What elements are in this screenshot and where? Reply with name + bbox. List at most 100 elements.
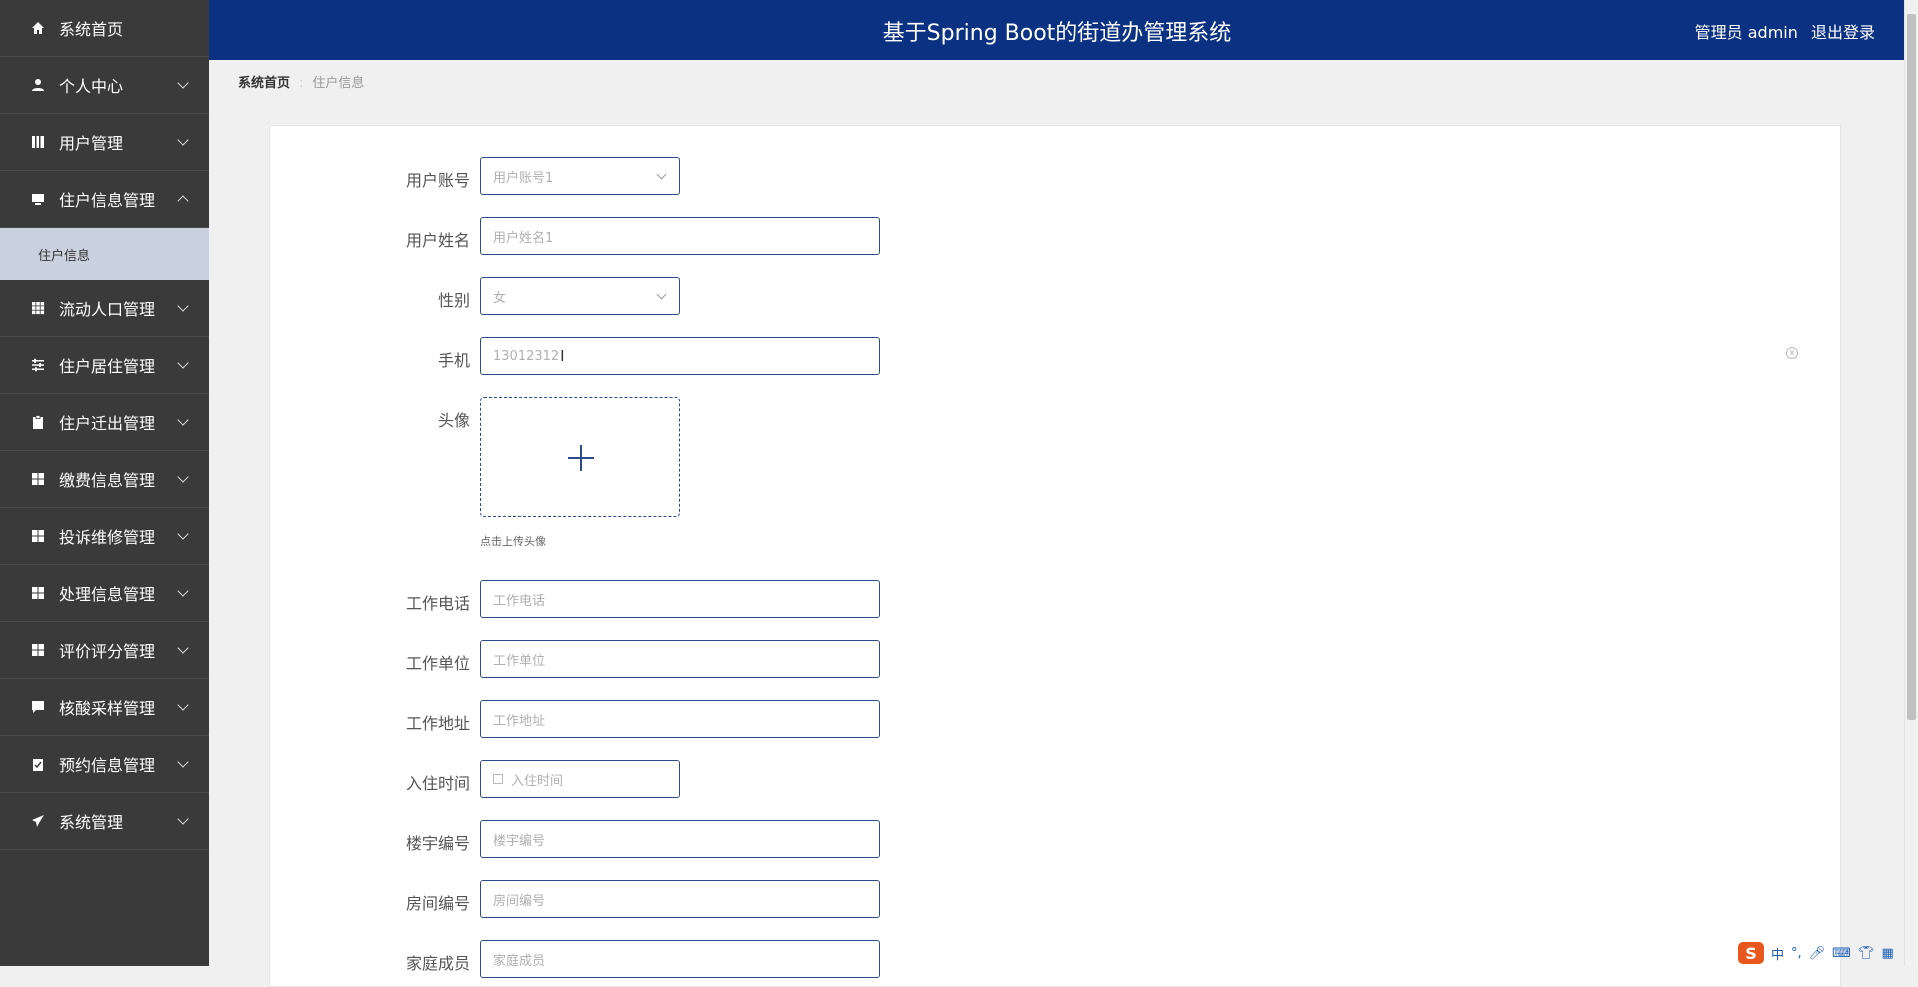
chevron-down-icon xyxy=(177,471,189,483)
work-address-placeholder: 工作地址 xyxy=(493,713,546,729)
sidebar-item-user-management[interactable]: 用户管理 xyxy=(0,114,209,171)
family-input[interactable]: 家庭成员 xyxy=(480,940,880,978)
sidebar-item-label: 缴费信息管理 xyxy=(59,471,156,490)
name-input-value: 用户姓名1 xyxy=(493,230,554,246)
sidebar-item-residence[interactable]: 住户居住管理 xyxy=(0,337,209,394)
account-label: 用户账号 xyxy=(405,171,470,190)
work-address-input[interactable]: 工作地址 xyxy=(480,700,880,738)
chevron-up-icon xyxy=(177,195,189,207)
plus-icon-vertical xyxy=(580,445,582,471)
text-cursor-icon: I xyxy=(560,347,565,365)
sidebar-item-label: 住户信息管理 xyxy=(59,191,156,210)
home-icon xyxy=(30,20,46,36)
chevron-down-icon xyxy=(177,699,189,711)
submenu-item-label: 住户信息 xyxy=(38,248,91,264)
sidebar-item-resident-info[interactable]: 住户信息管理 xyxy=(0,171,209,228)
work-unit-input[interactable]: 工作单位 xyxy=(480,640,880,678)
submenu-item-resident[interactable]: 住户信息 xyxy=(0,228,209,280)
apps-icon xyxy=(30,642,46,658)
sidebar-item-label: 核酸采样管理 xyxy=(59,699,156,718)
checkin-time-label: 入住时间 xyxy=(405,774,470,793)
sidebar-item-label: 投诉维修管理 xyxy=(59,528,156,547)
work-phone-input[interactable]: 工作电话 xyxy=(480,580,880,618)
name-label: 用户姓名 xyxy=(405,231,470,250)
ime-punct[interactable]: °, xyxy=(1791,946,1802,961)
work-unit-label: 工作单位 xyxy=(405,654,470,673)
page-scrollbar[interactable] xyxy=(1904,0,1918,966)
chevron-down-icon xyxy=(656,289,667,300)
checkin-time-placeholder: 入住时间 xyxy=(511,773,564,789)
family-label: 家庭成员 xyxy=(405,954,470,973)
gender-select[interactable]: 女 xyxy=(480,277,680,315)
ime-mode[interactable]: 中 xyxy=(1771,944,1784,963)
scrollbar-thumb[interactable] xyxy=(1907,14,1916,720)
breadcrumb-separator: : xyxy=(299,76,304,91)
sidebar-item-label: 个人中心 xyxy=(59,77,124,96)
calendar-icon xyxy=(493,774,503,784)
work-unit-placeholder: 工作单位 xyxy=(493,653,546,669)
chevron-down-icon xyxy=(177,585,189,597)
breadcrumb-home[interactable]: 系统首页 xyxy=(238,76,290,91)
sidebar-item-nucleic-test[interactable]: 核酸采样管理 xyxy=(0,679,209,736)
account-select[interactable]: 用户账号1 xyxy=(480,157,680,195)
sidebar-item-label: 预约信息管理 xyxy=(59,756,156,775)
monitor-icon xyxy=(30,191,46,207)
form-card: 用户账号 用户账号1 用户姓名 用户姓名1 性别 女 手机 13012312 I… xyxy=(269,125,1841,987)
room-no-placeholder: 房间编号 xyxy=(493,893,546,909)
chevron-down-icon xyxy=(177,357,189,369)
clipboard-icon xyxy=(30,414,46,430)
phone-label: 手机 xyxy=(437,351,470,370)
keyboard-icon[interactable]: ⌨ xyxy=(1832,946,1851,961)
microphone-icon[interactable]: 🎤︎ xyxy=(1809,946,1826,961)
avatar-label: 头像 xyxy=(437,411,470,430)
send-icon xyxy=(30,813,46,829)
sidebar-item-payment[interactable]: 缴费信息管理 xyxy=(0,451,209,508)
breadcrumb-current: 住户信息 xyxy=(312,76,365,91)
sliders-icon xyxy=(30,357,46,373)
sidebar-item-label: 流动人口管理 xyxy=(59,300,156,319)
chevron-down-icon xyxy=(177,528,189,540)
sidebar-item-label: 系统管理 xyxy=(59,813,124,832)
chevron-down-icon xyxy=(177,642,189,654)
grid-menu-icon[interactable]: ▦ xyxy=(1881,946,1893,961)
name-input[interactable]: 用户姓名1 xyxy=(480,217,880,255)
sidebar-item-move-out[interactable]: 住户迁出管理 xyxy=(0,394,209,451)
checkin-time-picker[interactable]: 入住时间 xyxy=(480,760,680,798)
building-no-input[interactable]: 楼宇编号 xyxy=(480,820,880,858)
work-phone-label: 工作电话 xyxy=(405,594,470,613)
sidebar-item-personal-center[interactable]: 个人中心 xyxy=(0,57,209,114)
sidebar-item-label: 住户居住管理 xyxy=(59,357,156,376)
work-address-label: 工作地址 xyxy=(405,714,470,733)
chevron-down-icon xyxy=(177,300,189,312)
grid-icon xyxy=(30,300,46,316)
logout-link[interactable]: 退出登录 xyxy=(1811,23,1875,42)
chevron-down-icon xyxy=(177,813,189,825)
avatar-upload[interactable] xyxy=(480,397,680,517)
user-info: 管理员 admin 退出登录 xyxy=(1687,19,1875,43)
apps-icon xyxy=(30,528,46,544)
top-header: 基于Spring Boot的街道办管理系统 管理员 admin 退出登录 xyxy=(209,0,1905,60)
sidebar-item-system[interactable]: 系统管理 xyxy=(0,793,209,850)
room-no-input[interactable]: 房间编号 xyxy=(480,880,880,918)
sidebar-item-label: 处理信息管理 xyxy=(59,585,156,604)
sidebar-item-home[interactable]: 系统首页 xyxy=(0,0,209,57)
close-circle-icon[interactable]: × xyxy=(1786,347,1798,359)
sidebar-item-complaint[interactable]: 投诉维修管理 xyxy=(0,508,209,565)
gender-select-value: 女 xyxy=(493,290,507,306)
checklist-icon xyxy=(30,756,46,772)
app-title: 基于Spring Boot的街道办管理系统 xyxy=(882,21,1232,46)
user-label: 管理员 admin xyxy=(1694,23,1798,42)
chevron-down-icon xyxy=(656,169,667,180)
sidebar-item-rating[interactable]: 评价评分管理 xyxy=(0,622,209,679)
sidebar-item-processing[interactable]: 处理信息管理 xyxy=(0,565,209,622)
sogou-logo-icon[interactable]: S xyxy=(1738,942,1764,964)
phone-input[interactable]: 13012312 I xyxy=(480,337,880,375)
phone-input-value: 13012312 xyxy=(493,348,560,364)
sidebar-item-floating-population[interactable]: 流动人口管理 xyxy=(0,280,209,337)
chevron-down-icon xyxy=(177,414,189,426)
sidebar-item-appointment[interactable]: 预约信息管理 xyxy=(0,736,209,793)
chevron-down-icon xyxy=(177,756,189,768)
apps-icon xyxy=(30,585,46,601)
shirt-icon[interactable]: 👕︎ xyxy=(1858,946,1875,961)
ime-toolbar: S 中 °, 🎤︎ ⌨ 👕︎ ▦ xyxy=(1738,940,1918,966)
